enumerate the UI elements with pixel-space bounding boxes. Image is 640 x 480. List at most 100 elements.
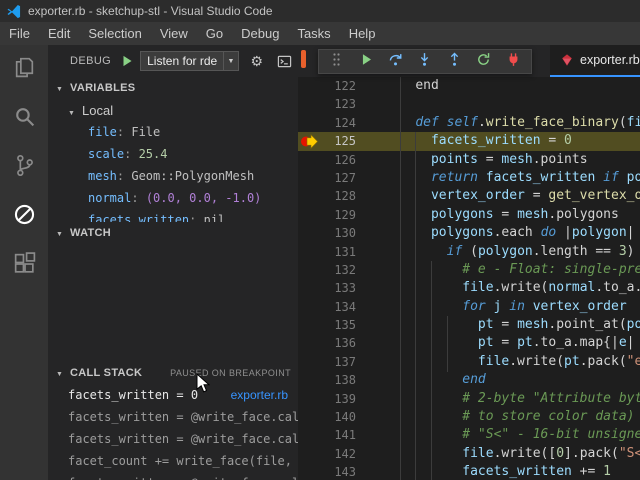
- call-stack-frame[interactable]: facets_written = @write_face.call(cur: [48, 428, 298, 450]
- activity-item-source-control[interactable]: [0, 143, 48, 192]
- paused-status-badge: PAUSED ON BREAKPOINT: [170, 368, 291, 378]
- step-over-button[interactable]: [383, 51, 409, 73]
- code-line[interactable]: 122 end: [298, 77, 640, 95]
- debug-config-dropdown[interactable]: Listen for rde ▼: [140, 51, 239, 71]
- code-line[interactable]: 129 polygons = mesh.polygons: [298, 206, 640, 224]
- line-number: 122: [320, 77, 356, 95]
- breakpoint-gutter[interactable]: [298, 77, 320, 95]
- variable-row[interactable]: normal: (0.0, 0.0, -1.0): [48, 187, 298, 209]
- step-out-button[interactable]: [441, 51, 467, 73]
- watch-list: [48, 244, 298, 362]
- breakpoint-gutter[interactable]: [298, 353, 320, 371]
- breakpoint-gutter[interactable]: [298, 187, 320, 205]
- scope-local[interactable]: ▼ Local: [48, 99, 298, 121]
- code-line[interactable]: 130 polygons.each do |polygon|: [298, 224, 640, 242]
- debug-console-icon[interactable]: [277, 54, 292, 69]
- restart-button[interactable]: [471, 51, 497, 73]
- continue-button[interactable]: [353, 51, 379, 73]
- menu-item-tasks[interactable]: Tasks: [288, 22, 339, 45]
- vscode-logo-icon: [6, 4, 21, 19]
- call-stack-frame[interactable]: facet_count += write_face(file, scale: [48, 450, 298, 472]
- breakpoint-gutter[interactable]: [298, 371, 320, 389]
- variable-row[interactable]: facets_written: nil: [48, 209, 298, 222]
- breakpoint-gutter[interactable]: [298, 445, 320, 463]
- variables-section-label: VARIABLES: [70, 82, 135, 94]
- breakpoint-gutter[interactable]: [298, 463, 320, 480]
- menu-item-selection[interactable]: Selection: [79, 22, 150, 45]
- activity-item-explorer[interactable]: [0, 45, 48, 94]
- code-line[interactable]: 128 vertex_order = get_vertex_order(poin…: [298, 187, 640, 205]
- drag-handle-button[interactable]: [324, 51, 350, 73]
- call-stack-section-header[interactable]: ▼ CALL STACK PAUSED ON BREAKPOINT: [48, 362, 298, 384]
- code-line[interactable]: 138 end: [298, 371, 640, 389]
- breakpoint-gutter[interactable]: [298, 114, 320, 132]
- breakpoint-gutter[interactable]: [298, 224, 320, 242]
- breakpoint-gutter[interactable]: [298, 298, 320, 316]
- step-into-button[interactable]: [412, 51, 438, 73]
- code-line[interactable]: 143 facets_written += 1: [298, 463, 640, 480]
- variable-row[interactable]: mesh: Geom::PolygonMesh: [48, 165, 298, 187]
- code-line[interactable]: 137 file.write(pt.pack("e3")): [298, 353, 640, 371]
- code-line[interactable]: 135 pt = mesh.point_at(polygon[j].abs): [298, 316, 640, 334]
- activity-item-search[interactable]: [0, 94, 48, 143]
- code-line[interactable]: 139 # 2-byte "Attribute byte count" fiel…: [298, 390, 640, 408]
- code-line[interactable]: 125 facets_written = 0: [298, 132, 640, 150]
- breakpoint-gutter[interactable]: [298, 261, 320, 279]
- menu-item-go[interactable]: Go: [197, 22, 232, 45]
- menu-item-help[interactable]: Help: [340, 22, 385, 45]
- breakpoint-gutter[interactable]: [298, 169, 320, 187]
- code-line[interactable]: 124 def self.write_face_binary(file, sca…: [298, 114, 640, 132]
- gripper-icon: [329, 52, 344, 72]
- variables-section-header[interactable]: ▼ VARIABLES: [48, 77, 298, 99]
- breakpoint-gutter[interactable]: [298, 132, 320, 150]
- code-line[interactable]: 134 for j in vertex_order: [298, 298, 640, 316]
- code-line[interactable]: 132 # e - Float: single-precision, littl…: [298, 261, 640, 279]
- code-line[interactable]: 141 # "S<" - 16-bit unsigned, little-end…: [298, 426, 640, 444]
- debug-icon: [12, 202, 37, 232]
- breakpoint-gutter[interactable]: [298, 316, 320, 334]
- breakpoint-gutter[interactable]: [298, 151, 320, 169]
- call-stack-frame[interactable]: facets_written = @write_face.call(cur: [48, 406, 298, 428]
- code-editor[interactable]: 122 end123124 def self.write_face_binary…: [298, 77, 640, 480]
- variable-value: (0.0, 0.0, -1.0): [146, 191, 262, 205]
- code-line[interactable]: 131 if (polygon.length == 3): [298, 243, 640, 261]
- menu-item-debug[interactable]: Debug: [232, 22, 288, 45]
- variable-row[interactable]: file: File: [48, 121, 298, 143]
- code-line[interactable]: 140 # to store color data): [298, 408, 640, 426]
- breakpoint-gutter[interactable]: [298, 243, 320, 261]
- code-line[interactable]: 127 return facets_written if points.leng…: [298, 169, 640, 187]
- activity-item-debug[interactable]: [0, 192, 48, 241]
- activity-bar: [0, 45, 48, 480]
- editor-group: exporter.rb 122 end123124 def self.write…: [298, 45, 640, 480]
- gear-icon[interactable]: ⚙: [250, 54, 263, 68]
- indent-guide: [447, 316, 448, 372]
- breakpoint-gutter[interactable]: [298, 334, 320, 352]
- watch-section-header[interactable]: ▼ WATCH: [48, 222, 298, 244]
- start-debug-button[interactable]: [120, 54, 134, 68]
- variable-name: facets_written: [88, 213, 189, 222]
- code-line[interactable]: 142 file.write([0].pack("S<")): [298, 445, 640, 463]
- activity-item-extensions[interactable]: [0, 241, 48, 290]
- menu-item-view[interactable]: View: [151, 22, 197, 45]
- menu-item-edit[interactable]: Edit: [39, 22, 79, 45]
- breakpoint-gutter[interactable]: [298, 426, 320, 444]
- breakpoint-gutter[interactable]: [298, 206, 320, 224]
- breakpoint-gutter[interactable]: [298, 408, 320, 426]
- call-stack-list: facets_written = 0exporter.rbfacets_writ…: [48, 384, 298, 480]
- line-number: 136: [320, 334, 356, 352]
- breakpoint-gutter[interactable]: [298, 390, 320, 408]
- code-line[interactable]: 126 points = mesh.points: [298, 151, 640, 169]
- code-line[interactable]: 123: [298, 95, 640, 113]
- code-line[interactable]: 133 file.write(normal.to_a.pack("e3")): [298, 279, 640, 297]
- disconnect-button[interactable]: [500, 51, 526, 73]
- variable-row[interactable]: scale: 25.4: [48, 143, 298, 165]
- tab-exporter-rb[interactable]: exporter.rb: [550, 45, 640, 77]
- breakpoint-gutter[interactable]: [298, 279, 320, 297]
- call-stack-frame[interactable]: facets_written = 0exporter.rb: [48, 384, 298, 406]
- line-number: 130: [320, 224, 356, 242]
- breakpoint-gutter[interactable]: [298, 95, 320, 113]
- code-line[interactable]: 136 pt = pt.to_a.map{|e| e * scale}: [298, 334, 640, 352]
- call-stack-frame[interactable]: facets_written = @write_face.call(cur: [48, 472, 298, 480]
- search-icon: [12, 104, 37, 134]
- menu-item-file[interactable]: File: [0, 22, 39, 45]
